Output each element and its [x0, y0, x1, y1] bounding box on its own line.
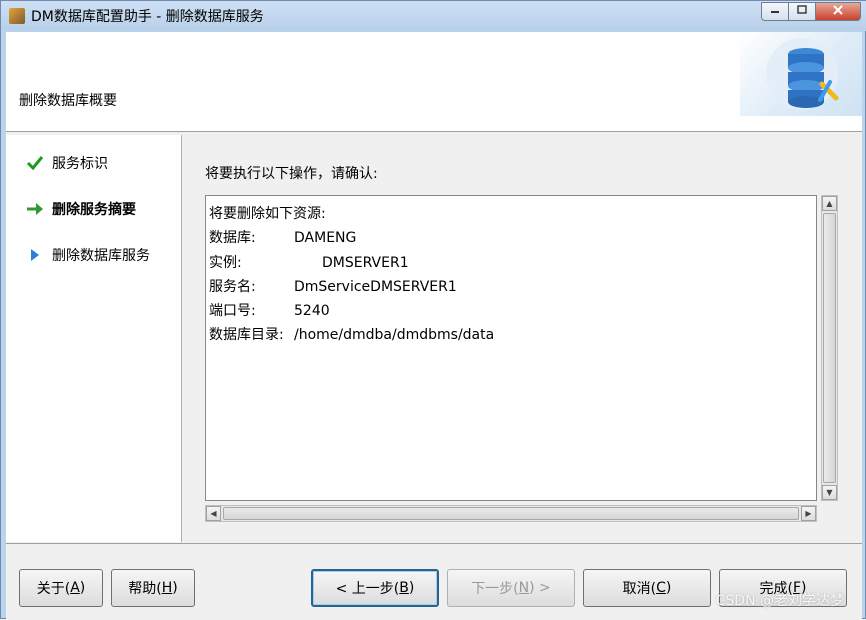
- maximize-icon: [797, 5, 807, 18]
- minimize-icon: [770, 5, 780, 18]
- about-label: 关于(: [36, 581, 71, 597]
- about-label-end: ): [79, 580, 86, 596]
- summary-intro: 将要删除如下资源:: [209, 206, 326, 222]
- next-label-end: ) >: [529, 580, 551, 596]
- horizontal-scrollbar[interactable]: ◀ ▶: [205, 505, 817, 522]
- previous-label-end: ): [408, 580, 415, 596]
- step-label: 删除数据库服务: [52, 248, 150, 264]
- window-controls: [761, 2, 861, 21]
- vertical-scroll-thumb[interactable]: [823, 213, 836, 483]
- next-accel: N: [518, 580, 530, 596]
- summary-value: DAMENG: [294, 230, 357, 247]
- summary-key: 端口号:: [209, 303, 256, 320]
- summary-lines: 将要删除如下资源: 数据库: DAMENG 实例: DMSERVER1 服务名: Dm…: [209, 202, 494, 348]
- scroll-left-icon[interactable]: ◀: [206, 506, 221, 521]
- arrow-right-icon: [24, 202, 46, 216]
- cancel-accel: C: [656, 580, 666, 596]
- window-title: DM数据库配置助手 - 删除数据库服务: [31, 9, 264, 25]
- vertical-scrollbar[interactable]: ▲ ▼: [821, 195, 838, 501]
- previous-label: < 上一步(: [335, 581, 400, 597]
- dialog-window: DM数据库配置助手 - 删除数据库服务 删除数据库概要 服务标识 删除服务摘要 …: [0, 0, 866, 620]
- watermark-text: CSDN @老刘学达梦: [715, 593, 844, 609]
- app-icon: [9, 8, 25, 24]
- database-logo-icon: [740, 32, 862, 116]
- previous-button[interactable]: < 上一步(B): [311, 569, 439, 607]
- close-icon: [833, 5, 843, 18]
- wizard-steps: 服务标识 删除服务摘要 删除数据库服务: [6, 135, 182, 542]
- next-label: 下一步(: [471, 581, 519, 597]
- help-label-end: ): [172, 580, 178, 596]
- help-accel: H: [161, 580, 173, 596]
- summary-key: 数据库目录:: [209, 327, 284, 344]
- maximize-button[interactable]: [788, 2, 816, 21]
- next-button[interactable]: 下一步(N) >: [447, 569, 575, 607]
- about-button[interactable]: 关于(A): [19, 569, 103, 607]
- summary-row-db-dir: 数据库目录: /home/dmdba/dmdbms/data: [209, 323, 494, 347]
- dialog-client-area: 删除数据库概要 服务标识 删除服务摘要 删除数据库服务 将要执行以下操作，请确认…: [6, 32, 862, 620]
- step-service-id: 服务标识: [24, 153, 108, 173]
- summary-value: /home/dmdba/dmdbms/data: [294, 327, 495, 344]
- cancel-label: 取消(: [622, 581, 657, 597]
- minimize-button[interactable]: [761, 2, 789, 21]
- check-icon: [24, 155, 46, 171]
- step-delete-service: 删除数据库服务: [24, 245, 150, 265]
- help-label: 帮助(: [128, 581, 162, 597]
- summary-key: 实例:: [209, 254, 242, 271]
- summary-panel: 将要执行以下操作，请确认: 将要删除如下资源: 数据库: DAMENG 实例: DM…: [183, 135, 862, 542]
- summary-row-service-name: 服务名: DmServiceDMSERVER1: [209, 275, 494, 299]
- help-button[interactable]: 帮助(H): [111, 569, 195, 607]
- summary-row-database: 数据库: DAMENG: [209, 226, 494, 250]
- step-delete-summary: 删除服务摘要: [24, 199, 136, 219]
- scroll-up-icon[interactable]: ▲: [822, 196, 837, 211]
- page-title: 删除数据库概要: [19, 93, 117, 109]
- about-accel: A: [70, 580, 80, 596]
- summary-textarea[interactable]: 将要删除如下资源: 数据库: DAMENG 实例: DMSERVER1 服务名: Dm…: [205, 195, 817, 501]
- summary-key: 数据库:: [209, 230, 256, 247]
- previous-accel: B: [399, 580, 409, 596]
- summary-value: DmServiceDMSERVER1: [294, 278, 457, 295]
- summary-value: DMSERVER1: [322, 254, 409, 271]
- summary-row-instance: 实例: DMSERVER1: [209, 251, 494, 275]
- button-bar: 关于(A) 帮助(H) < 上一步(B) 下一步(N) > 取消(C) 完成(F…: [6, 543, 862, 620]
- title-bar[interactable]: DM数据库配置助手 - 删除数据库服务: [1, 1, 866, 31]
- step-label: 删除服务摘要: [52, 202, 136, 218]
- cancel-button[interactable]: 取消(C): [583, 569, 711, 607]
- wizard-header: 删除数据库概要: [6, 32, 862, 132]
- summary-key: 服务名:: [209, 278, 256, 295]
- horizontal-scroll-thumb[interactable]: [223, 507, 799, 520]
- scroll-down-icon[interactable]: ▼: [822, 485, 837, 500]
- summary-row-port: 端口号: 5240: [209, 299, 494, 323]
- step-label: 服务标识: [52, 156, 108, 172]
- close-button[interactable]: [815, 2, 861, 21]
- summary-value: 5240: [294, 303, 330, 320]
- cancel-label-end: ): [665, 580, 672, 596]
- scroll-right-icon[interactable]: ▶: [801, 506, 816, 521]
- instruction-text: 将要执行以下操作，请确认:: [205, 166, 378, 182]
- triangle-right-icon: [24, 247, 46, 263]
